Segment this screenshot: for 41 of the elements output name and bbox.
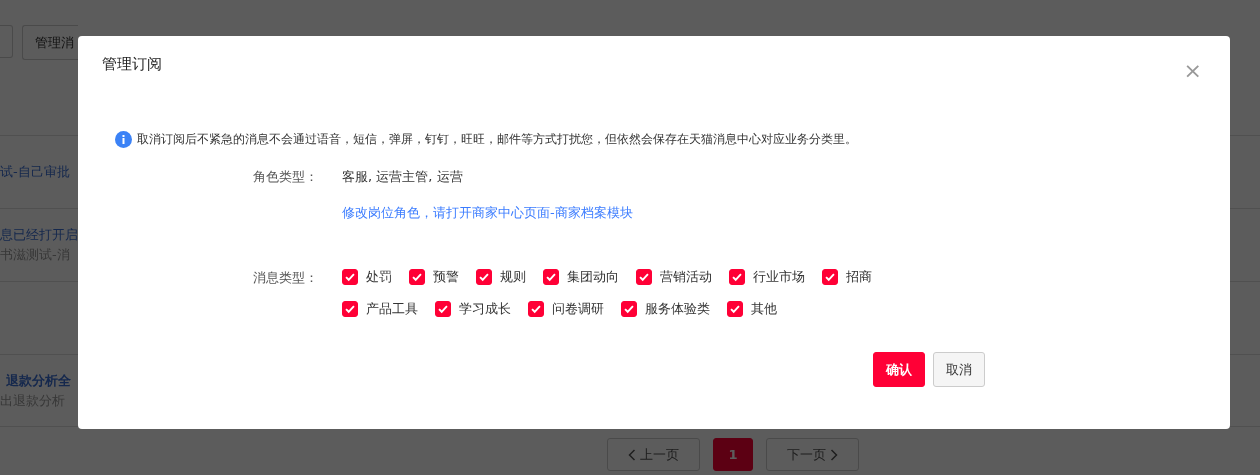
- page-button[interactable]: 1: [713, 438, 753, 471]
- checkbox-label: 学习成长: [459, 300, 511, 318]
- checkbox[interactable]: [476, 269, 492, 285]
- checkbox[interactable]: [342, 269, 358, 285]
- checkbox-label: 集团动向: [567, 268, 619, 286]
- checkbox-label: 行业市场: [753, 268, 805, 286]
- item-title[interactable]: 试-自己审批: [0, 163, 70, 181]
- notice-text: 取消订阅后不紧急的消息不会通过语音，短信，弹屏，钉钉，旺旺，邮件等方式打扰您，但依然会保存在天猫消息中心对应业务分类里。: [137, 132, 857, 147]
- checkbox[interactable]: [528, 301, 544, 317]
- item-title[interactable]: 息已经打开启: [0, 226, 78, 244]
- confirm-button[interactable]: 确认: [873, 352, 925, 387]
- checkbox-label: 问卷调研: [552, 300, 604, 318]
- manage-button[interactable]: 管理消: [22, 25, 78, 60]
- checkbox[interactable]: [409, 269, 425, 285]
- checkbox-label: 预警: [433, 268, 459, 286]
- checkbox[interactable]: [342, 301, 358, 317]
- checkbox-label: 招商: [846, 268, 872, 286]
- checkbox[interactable]: [435, 301, 451, 317]
- chevron-icon: [830, 448, 838, 461]
- checkbox-label: 产品工具: [366, 300, 418, 318]
- item-title[interactable]: 退款分析全: [0, 371, 71, 390]
- checkbox[interactable]: [822, 269, 838, 285]
- checkbox[interactable]: [543, 269, 559, 285]
- close-button[interactable]: ×: [1183, 61, 1202, 81]
- checkbox-label: 营销活动: [660, 268, 712, 286]
- checkbox[interactable]: [727, 301, 743, 317]
- checkbox-label: 服务体验类: [645, 300, 710, 318]
- checkbox[interactable]: [636, 269, 652, 285]
- info-icon: [115, 131, 132, 148]
- checkbox-label: 其他: [751, 300, 777, 318]
- checkbox-label: 规则: [500, 268, 526, 286]
- dialog-title: 管理订阅: [102, 54, 162, 74]
- role-value: 客服, 运营主管, 运营: [342, 168, 464, 186]
- chevron-icon: [628, 448, 636, 461]
- checkbox-label: 处罚: [366, 268, 392, 286]
- role-label: 角色类型：: [252, 168, 318, 186]
- checkbox[interactable]: [729, 269, 745, 285]
- types-label: 消息类型：: [252, 269, 318, 287]
- edit-role-link[interactable]: 修改岗位角色，请打开商家中心页面-商家档案模块: [342, 204, 633, 222]
- cancel-button[interactable]: 取消: [933, 352, 985, 387]
- checkbox[interactable]: [621, 301, 637, 317]
